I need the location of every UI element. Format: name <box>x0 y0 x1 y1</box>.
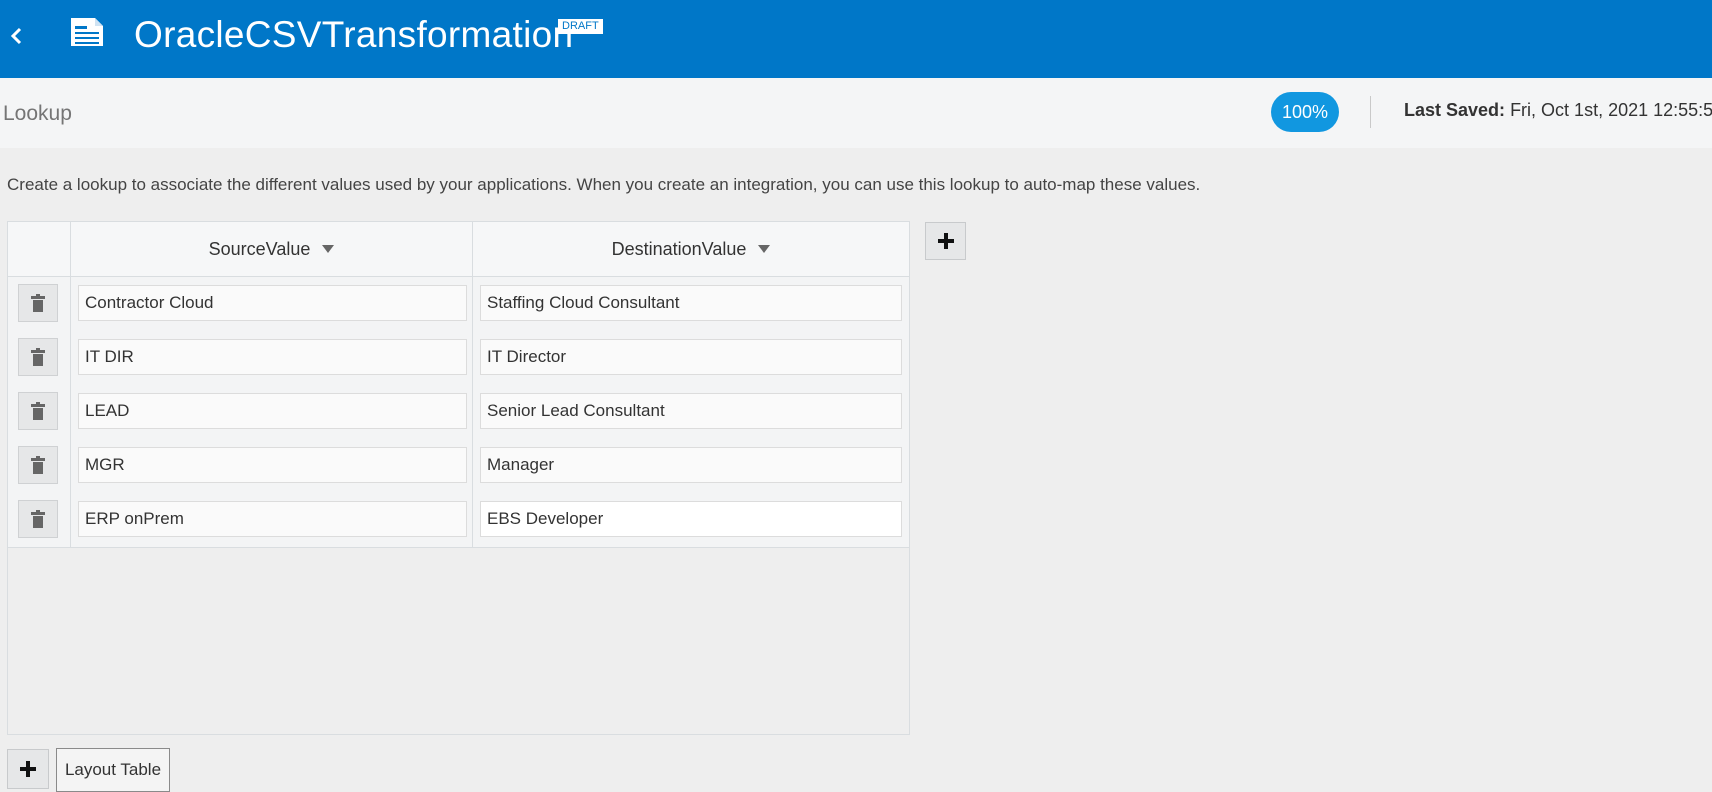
section-title: Lookup <box>3 102 72 125</box>
column-header-destination[interactable]: DestinationValue <box>473 222 909 276</box>
source-value-input[interactable] <box>78 393 467 429</box>
column-divider <box>70 493 71 547</box>
column-divider <box>472 439 473 493</box>
column-divider <box>70 439 71 493</box>
lookup-table: SourceValue DestinationValue <box>7 221 910 735</box>
last-saved-info: Last Saved: Fri, Oct 1st, 2021 12:55:51 … <box>1404 100 1712 121</box>
column-divider <box>472 277 473 331</box>
divider <box>1370 96 1371 128</box>
source-value-input[interactable] <box>78 501 467 537</box>
sub-header: Lookup 100% Last Saved: Fri, Oct 1st, 20… <box>0 78 1712 148</box>
trash-icon <box>31 294 45 312</box>
column-divider <box>472 493 473 547</box>
table-row <box>8 439 909 494</box>
destination-value-input[interactable] <box>480 393 902 429</box>
delete-row-button[interactable] <box>18 284 58 322</box>
table-row <box>8 331 909 386</box>
source-value-input[interactable] <box>78 447 467 483</box>
column-divider <box>70 331 71 385</box>
destination-value-input[interactable] <box>480 447 902 483</box>
trash-icon <box>31 510 45 528</box>
table-header: SourceValue DestinationValue <box>8 222 909 277</box>
delete-row-button[interactable] <box>18 446 58 484</box>
destination-value-input[interactable] <box>480 339 902 375</box>
delete-row-button[interactable] <box>18 500 58 538</box>
plus-icon <box>937 233 954 249</box>
document-icon <box>69 16 111 53</box>
column-divider <box>472 331 473 385</box>
lookup-description: Create a lookup to associate the differe… <box>7 175 1201 194</box>
chevron-left-icon <box>10 27 22 45</box>
caret-down-icon[interactable] <box>758 245 771 253</box>
column-header-label: DestinationValue <box>611 238 747 259</box>
source-value-input[interactable] <box>78 339 467 375</box>
trash-icon <box>31 456 45 474</box>
delete-row-button[interactable] <box>18 392 58 430</box>
back-button[interactable] <box>4 22 28 50</box>
plus-icon <box>20 761 36 777</box>
source-value-input[interactable] <box>78 285 467 321</box>
add-row-button[interactable] <box>7 749 49 789</box>
status-badge: DRAFT <box>558 19 603 34</box>
progress-indicator: 100% <box>1271 92 1339 132</box>
last-saved-value: Fri, Oct 1st, 2021 12:55:51 A <box>1510 100 1712 120</box>
app-header: OracleCSVTransformation DRAFT <box>0 0 1712 78</box>
column-header-source[interactable]: SourceValue <box>71 222 472 276</box>
delete-row-button[interactable] <box>18 338 58 376</box>
trash-icon <box>31 348 45 366</box>
column-header-label: SourceValue <box>208 238 311 259</box>
trash-icon <box>31 402 45 420</box>
table-row <box>8 277 909 332</box>
destination-value-input[interactable] <box>480 501 902 537</box>
last-saved-label: Last Saved: <box>1404 100 1506 120</box>
caret-down-icon[interactable] <box>322 245 335 253</box>
destination-value-input[interactable] <box>480 285 902 321</box>
column-divider <box>70 277 71 331</box>
table-row <box>8 493 909 548</box>
add-column-button[interactable] <box>925 222 966 260</box>
layout-table-button[interactable]: Layout Table <box>56 748 170 792</box>
column-divider <box>472 385 473 439</box>
page-title: OracleCSVTransformation <box>134 14 574 55</box>
table-row <box>8 385 909 440</box>
column-divider <box>70 385 71 439</box>
